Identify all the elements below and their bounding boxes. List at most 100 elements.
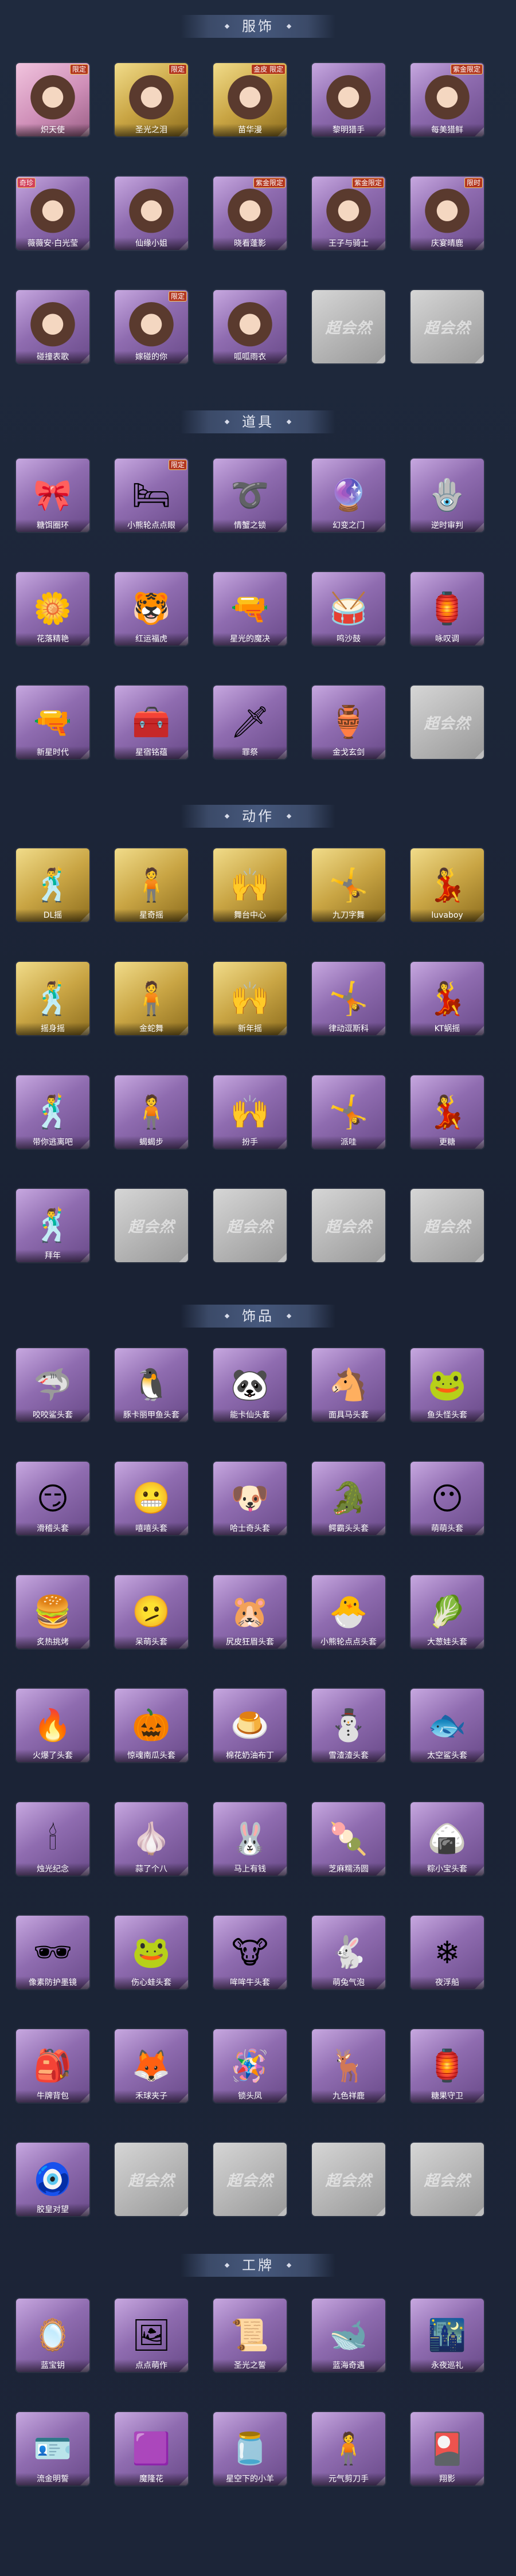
item-tile[interactable]: 🐹 尻皮狂眉头套 [213, 1575, 287, 1649]
item-tile[interactable]: 嫁碰的你 限定 [115, 290, 188, 363]
item-tile[interactable]: 🪪 流金明誓 [16, 2412, 89, 2485]
item-tile[interactable]: 🧍 蝎蝎步 [115, 1075, 188, 1149]
item-tile[interactable]: 每美猎鲜 紫金限定 [411, 63, 484, 136]
item-tile[interactable]: 🧍 金蛇舞 [115, 962, 188, 1035]
item-tile[interactable]: 🐧 豚卡丽甲鱼头套 [115, 1348, 188, 1422]
item-tile[interactable]: 🦈 咬咬鲨头套 [16, 1348, 89, 1422]
item-tile[interactable]: 🕶 像素防护墨镜 [16, 1916, 89, 1989]
item-tile[interactable]: 仙缘小姐 [115, 177, 188, 250]
item-tile[interactable]: 🌼 花落精艳 [16, 572, 89, 645]
item-tile[interactable]: 🕺 摇身摇 [16, 962, 89, 1035]
item-tile[interactable]: 🐋 蓝海奇遇 [312, 2299, 385, 2372]
item-tile[interactable]: 🦌 九色祥鹿 [312, 2029, 385, 2103]
item-tile[interactable]: 🎃 惊魂南瓜头套 [115, 1689, 188, 1762]
item-tile[interactable]: 王子与骑士 紫金限定 [312, 177, 385, 250]
item-tile[interactable]: 🙌 舞台中心 [213, 848, 287, 922]
item-tile[interactable]: 薇薇安·白光莹 奇珍 [16, 177, 89, 250]
item-tile[interactable]: 圣光之泪 限定 [115, 63, 188, 136]
item-tile[interactable]: 🐣 小熊轮点点头套 [312, 1575, 385, 1649]
item-tile[interactable]: 🧿 胶皇对望 [16, 2143, 89, 2216]
item-tile[interactable]: 🐟 太空鲨头套 [411, 1689, 484, 1762]
item-tile[interactable]: 🐴 面具马头套 [312, 1348, 385, 1422]
item-tile[interactable]: 🧄 蒜了个八 [115, 1802, 188, 1876]
item-tile[interactable]: 🖼 点点萌作 [115, 2299, 188, 2372]
item-tile[interactable]: 🪞 蓝宝钥 [16, 2299, 89, 2372]
item-tile[interactable]: 🙌 扮手 [213, 1075, 287, 1149]
item-tile[interactable]: 😏 滑稽头套 [16, 1462, 89, 1535]
item-tile[interactable]: 🌃 永夜巡礼 [411, 2299, 484, 2372]
item-tile[interactable]: 🍔 炙热挑烤 [16, 1575, 89, 1649]
item-tile[interactable]: 🐶 哈士奇头套 [213, 1462, 287, 1535]
item-tile[interactable]: 🕯 烛光纪念 [16, 1802, 89, 1876]
item-tile[interactable]: 🐰 马上有钱 [213, 1802, 287, 1876]
watermark-text: 超会然 [128, 2172, 175, 2190]
item-tile[interactable]: 🥁 鸣沙鼓 [312, 572, 385, 645]
item-tile[interactable]: 🔥 火爆了头套 [16, 1689, 89, 1762]
item-tile[interactable]: 🪬 逆时审判 [411, 459, 484, 532]
item-tile[interactable]: 🐼 能卡仙头套 [213, 1348, 287, 1422]
item-tile[interactable]: 🫙 星空下的小羊 [213, 2412, 287, 2485]
item-tile[interactable]: 😶 萌萌头套 [411, 1462, 484, 1535]
item-tile[interactable]: 🤸 律动逗斯科 [312, 962, 385, 1035]
item-tile[interactable]: 🎒 牛牌背包 [16, 2029, 89, 2103]
item-icon: 🍡 [329, 1821, 368, 1857]
item-tile[interactable]: 🐮 哞哞牛头套 [213, 1916, 287, 1989]
item-tile[interactable]: 🐸 伤心蛙头套 [115, 1916, 188, 1989]
item-tile[interactable]: 🏺 金戈玄剑 [312, 686, 385, 759]
item-tile[interactable]: 🍙 粽小宝头套 [411, 1802, 484, 1876]
item-tile[interactable]: 🐸 鱼头怪头套 [411, 1348, 484, 1422]
item-tile[interactable]: 🦊 禾球夹子 [115, 2029, 188, 2103]
item-tile[interactable]: 黎明猎手 [312, 63, 385, 136]
item-tile[interactable]: 🏮 糖果守卫 [411, 2029, 484, 2103]
item-tile[interactable]: 🕺 拜年 [16, 1189, 89, 1262]
item-name: 马上有钱 [213, 1863, 287, 1876]
item-tile[interactable]: 🍮 棉花奶油布丁 [213, 1689, 287, 1762]
item-tile[interactable]: 🫤 呆萌头套 [115, 1575, 188, 1649]
item-tile[interactable]: 🛏 小熊轮点点眼 限定 [115, 459, 188, 532]
item-tile[interactable]: 🕺 DL摇 [16, 848, 89, 922]
item-tile[interactable]: 炽天使 限定 [16, 63, 89, 136]
item-tile[interactable]: 🙌 新年摇 [213, 962, 287, 1035]
item-tile[interactable]: 🪅 锁头凤 [213, 2029, 287, 2103]
item-tile[interactable]: 碰撞表歌 [16, 290, 89, 363]
item-tile[interactable]: 🎴 翔影 [411, 2412, 484, 2485]
item-tile[interactable]: ➰ 情蟹之锁 [213, 459, 287, 532]
item-tile[interactable]: 呱呱雨衣 [213, 290, 287, 363]
item-tile[interactable]: ⛄ 雪渣渣头套 [312, 1689, 385, 1762]
item-tile[interactable]: 💃 更糖 [411, 1075, 484, 1149]
item-icon: 🧍 [329, 2430, 368, 2467]
item-tile[interactable]: 🐊 鳄霸头头套 [312, 1462, 385, 1535]
item-tile[interactable]: 🧍 元气剪刀手 [312, 2412, 385, 2485]
item-tile[interactable]: 🔮 幻变之门 [312, 459, 385, 532]
item-tile[interactable]: 🥬 大葱娃头套 [411, 1575, 484, 1649]
item-tile[interactable]: 🧰 星宿铭蕴 [115, 686, 188, 759]
empty-slot: 超会然 [312, 1189, 385, 1262]
item-icon: 🔫 [33, 704, 72, 740]
item-tile[interactable]: ❄ 夜浮船 [411, 1916, 484, 1989]
item-tile[interactable]: 🧍 星奇摇 [115, 848, 188, 922]
item-name: 流金明誓 [16, 2473, 89, 2485]
item-tile[interactable]: 💃 KT蜗摇 [411, 962, 484, 1035]
item-tile[interactable]: 🏮 咏叹调 [411, 572, 484, 645]
item-tile[interactable]: 庆宴晴鹿 限时 [411, 177, 484, 250]
item-tile[interactable]: 🔫 星光的魔决 [213, 572, 287, 645]
item-name: 摇身摇 [16, 1023, 89, 1035]
item-tile[interactable]: 🐯 红运福虎 [115, 572, 188, 645]
item-tile[interactable]: 🤸 九刀字舞 [312, 848, 385, 922]
item-icon: 🪪 [33, 2430, 72, 2467]
item-tile[interactable]: 🤸 派哇 [312, 1075, 385, 1149]
item-icon: 🪅 [230, 2048, 269, 2084]
item-tile[interactable]: 💃 luvaboy [411, 848, 484, 922]
item-tile[interactable]: 🟪 魔隆花 [115, 2412, 188, 2485]
item-tile[interactable]: 🎀 糖饵圈环 [16, 459, 89, 532]
item-tile[interactable]: 🐇 萌兔气泡 [312, 1916, 385, 1989]
item-tile[interactable]: 😬 嘻嘻头套 [115, 1462, 188, 1535]
item-tile[interactable]: 晓看蓬影 紫金限定 [213, 177, 287, 250]
item-tile[interactable]: 苗华漫 金皮 限定 [213, 63, 287, 136]
item-tile[interactable]: 🍡 芝麻糯汤圆 [312, 1802, 385, 1876]
item-tile[interactable]: 🔫 新星时代 [16, 686, 89, 759]
item-tile[interactable]: 🗡 罪祭 [213, 686, 287, 759]
item-tile[interactable]: 🕺 带你逃离吧 [16, 1075, 89, 1149]
item-icon: 🐸 [428, 1367, 467, 1403]
item-tile[interactable]: 📜 圣光之誓 [213, 2299, 287, 2372]
